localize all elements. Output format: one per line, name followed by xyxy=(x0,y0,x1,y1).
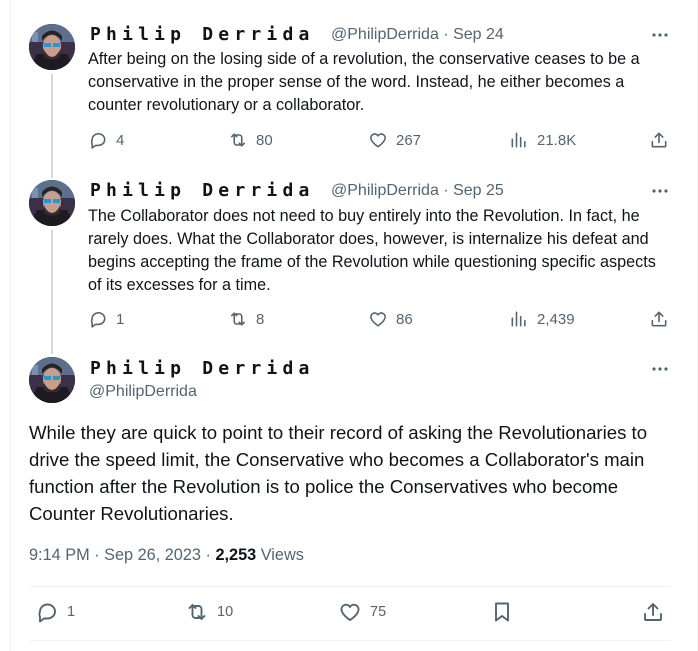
like-count: 75 xyxy=(370,604,387,620)
more-icon[interactable] xyxy=(650,25,670,45)
tweet-date[interactable]: Sep 25 xyxy=(453,182,504,199)
share-button[interactable] xyxy=(641,600,665,624)
reply-icon xyxy=(90,132,106,149)
timestamp-link[interactable]: 9:14 PM · Sep 26, 2023 · xyxy=(29,546,215,564)
more-icon[interactable] xyxy=(650,181,670,201)
bookmark-icon xyxy=(495,602,509,622)
tweet-timestamp: 9:14 PM · Sep 26, 2023 · 2,253 Views xyxy=(29,546,304,565)
repost-count: 80 xyxy=(256,131,273,149)
share-icon xyxy=(651,311,667,327)
like-count: 86 xyxy=(396,310,413,328)
views-icon xyxy=(511,132,526,148)
avatar[interactable] xyxy=(29,24,75,70)
reply-button[interactable]: 1 xyxy=(35,600,75,624)
repost-count: 8 xyxy=(256,310,265,328)
share-icon xyxy=(644,603,662,621)
tweet-actions: 4 80 267 21.8K xyxy=(88,130,673,154)
views-button[interactable]: 2,439 xyxy=(509,309,575,329)
share-button[interactable] xyxy=(649,130,669,150)
thread-connector xyxy=(51,74,53,178)
reply-count: 1 xyxy=(67,604,76,620)
views-count: 2,253 xyxy=(215,546,257,564)
display-name[interactable]: Philip Derrida xyxy=(90,180,315,201)
reply-button[interactable]: 4 xyxy=(88,130,124,150)
views-label: Views xyxy=(256,546,304,564)
tweet-meta: @PhilipDerrida · Sep 25 xyxy=(331,182,504,200)
views-icon xyxy=(511,311,526,327)
divider xyxy=(29,640,671,641)
repost-button[interactable]: 10 xyxy=(185,600,233,624)
share-button[interactable] xyxy=(649,309,669,329)
thread-connector xyxy=(51,230,53,354)
handle[interactable]: @PhilipDerrida xyxy=(331,26,439,43)
repost-count: 10 xyxy=(217,604,234,620)
left-border xyxy=(10,0,11,651)
share-icon xyxy=(651,132,667,148)
meta-separator: · xyxy=(438,182,454,199)
reply-count: 1 xyxy=(116,310,125,328)
meta-separator: · xyxy=(438,26,454,43)
display-name[interactable]: Philip Derrida xyxy=(90,358,315,379)
like-icon xyxy=(340,603,360,621)
tweet-text: After being on the losing side of a revo… xyxy=(88,50,640,114)
tweet-text: While they are quick to point to their r… xyxy=(29,422,648,524)
tweet-text: The Collaborator does not need to buy en… xyxy=(88,207,656,294)
views-button[interactable]: 21.8K xyxy=(509,130,576,150)
like-button[interactable]: 267 xyxy=(368,130,421,150)
view-count: 21.8K xyxy=(537,131,577,149)
like-button[interactable]: 75 xyxy=(338,600,386,624)
reply-button[interactable]: 1 xyxy=(88,309,124,329)
repost-button[interactable]: 80 xyxy=(228,130,273,150)
avatar[interactable] xyxy=(29,180,75,226)
more-icon[interactable] xyxy=(650,359,670,379)
display-name[interactable]: Philip Derrida xyxy=(90,24,315,45)
view-count: 2,439 xyxy=(537,310,575,328)
like-icon xyxy=(370,312,386,327)
reply-count: 4 xyxy=(116,131,125,149)
like-icon xyxy=(370,133,386,148)
divider xyxy=(29,586,671,587)
like-button[interactable]: 86 xyxy=(368,309,413,329)
main-tweet-actions: 1 10 75 xyxy=(29,600,671,626)
repost-button[interactable]: 8 xyxy=(228,309,264,329)
handle[interactable]: @PhilipDerrida xyxy=(331,182,439,199)
bookmark-button[interactable] xyxy=(490,600,514,624)
repost-icon xyxy=(188,604,206,620)
tweet-meta: @PhilipDerrida · Sep 24 xyxy=(331,26,504,44)
handle[interactable]: @PhilipDerrida xyxy=(89,383,197,401)
tweet-actions: 1 8 86 2,439 xyxy=(88,309,673,333)
repost-icon xyxy=(230,133,246,147)
reply-icon xyxy=(38,603,56,623)
like-count: 267 xyxy=(396,131,422,149)
reply-icon xyxy=(90,311,106,328)
avatar[interactable] xyxy=(29,357,75,403)
tweet-date[interactable]: Sep 24 xyxy=(453,26,504,43)
repost-icon xyxy=(230,312,246,326)
